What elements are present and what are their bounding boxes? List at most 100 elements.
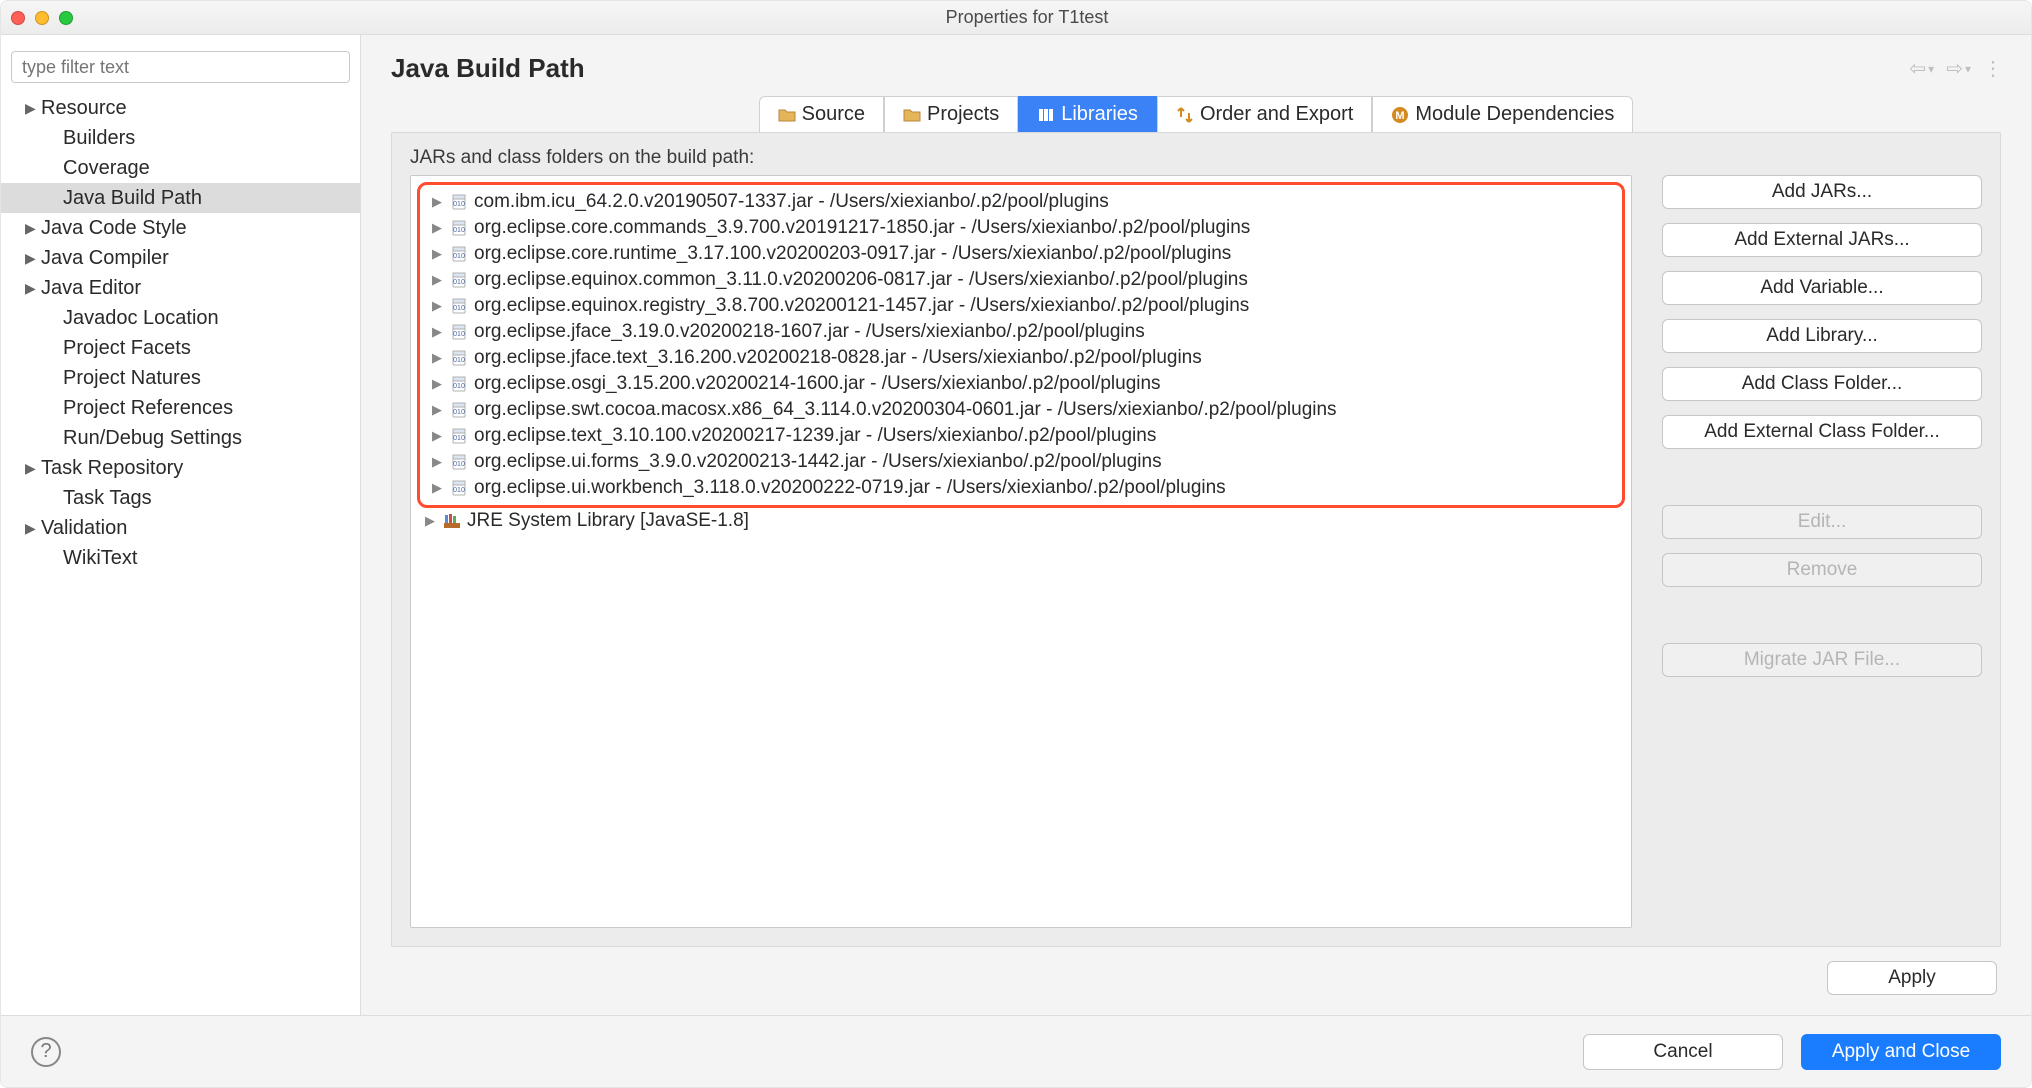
expand-arrow-icon[interactable]: ▶ xyxy=(425,513,437,529)
panel-label: JARs and class folders on the build path… xyxy=(410,147,1982,169)
jar-icon: 010 xyxy=(450,323,468,341)
sidebar-item-label: Java Editor xyxy=(41,273,141,303)
add-external-class-folder-button[interactable]: Add External Class Folder... xyxy=(1662,415,1982,449)
sidebar-item[interactable]: ▶Java Editor xyxy=(1,273,360,303)
jar-icon: 010 xyxy=(450,479,468,497)
sidebar-item-label: Task Tags xyxy=(63,483,152,513)
sidebar-item[interactable]: WikiText xyxy=(1,543,360,573)
properties-window: Properties for T1test ▶ResourceBuildersC… xyxy=(0,0,2032,1088)
sidebar-item-label: Project Natures xyxy=(63,363,201,393)
filter-input[interactable] xyxy=(11,51,350,83)
jar-item-label: org.eclipse.core.commands_3.9.700.v20191… xyxy=(474,217,1250,239)
expand-arrow-icon[interactable]: ▶ xyxy=(432,428,444,444)
expand-arrow-icon[interactable]: ▶ xyxy=(432,298,444,314)
tab-order-and-export[interactable]: Order and Export xyxy=(1157,96,1372,132)
svg-text:010: 010 xyxy=(453,383,465,390)
jar-item[interactable]: ▶010org.eclipse.text_3.10.100.v20200217-… xyxy=(426,423,1616,449)
svg-text:010: 010 xyxy=(453,487,465,494)
jar-item[interactable]: ▶010org.eclipse.equinox.common_3.11.0.v2… xyxy=(426,267,1616,293)
jar-icon: 010 xyxy=(450,297,468,315)
sidebar-item-label: Java Build Path xyxy=(63,183,202,213)
expand-arrow-icon[interactable]: ▶ xyxy=(432,324,444,340)
tab-module-dependencies[interactable]: MModule Dependencies xyxy=(1372,96,1633,132)
order-icon xyxy=(1176,106,1194,124)
expand-arrow-icon[interactable]: ▶ xyxy=(432,194,444,210)
expand-arrow-icon[interactable]: ▶ xyxy=(25,273,39,303)
jar-item[interactable]: ▶010com.ibm.icu_64.2.0.v20190507-1337.ja… xyxy=(426,189,1616,215)
expand-arrow-icon[interactable]: ▶ xyxy=(432,246,444,262)
migrate-jar-button: Migrate JAR File... xyxy=(1662,643,1982,677)
books-icon xyxy=(1037,106,1055,124)
jar-item[interactable]: ▶ 010 org.eclipse.swt.cocoa.macosx.x86_64_… xyxy=(426,397,1616,423)
sidebar-item[interactable]: ▶Task Repository xyxy=(1,453,360,483)
sidebar-item[interactable]: ▶Resource xyxy=(1,93,360,123)
dropdown-icon[interactable]: ▾ xyxy=(1928,62,1934,76)
folder-icon xyxy=(903,106,921,124)
jar-item[interactable]: ▶010org.eclipse.core.runtime_3.17.100.v2… xyxy=(426,241,1616,267)
expand-arrow-icon[interactable]: ▶ xyxy=(432,272,444,288)
sidebar-item[interactable]: Coverage xyxy=(1,153,360,183)
jar-item[interactable]: ▶ 010 org.eclipse.core.commands_3.9.700.v2… xyxy=(426,215,1616,241)
dropdown-icon[interactable]: ▾ xyxy=(1965,62,1971,76)
tab-label: Module Dependencies xyxy=(1415,103,1614,126)
sidebar-item[interactable]: Builders xyxy=(1,123,360,153)
expand-arrow-icon[interactable]: ▶ xyxy=(432,376,444,392)
library-icon xyxy=(443,512,461,530)
sidebar-item[interactable]: ▶Validation xyxy=(1,513,360,543)
expand-arrow-icon[interactable]: ▶ xyxy=(25,93,39,123)
jar-item[interactable]: ▶010org.eclipse.ui.forms_3.9.0.v20200213… xyxy=(426,449,1616,475)
tab-label: Order and Export xyxy=(1200,103,1353,126)
sidebar-item[interactable]: ▶Java Code Style xyxy=(1,213,360,243)
expand-arrow-icon[interactable]: ▶ xyxy=(25,513,39,543)
expand-arrow-icon[interactable]: ▶ xyxy=(25,213,39,243)
apply-button[interactable]: Apply xyxy=(1827,961,1997,995)
jar-icon: 010 xyxy=(450,427,468,445)
jar-item-label: org.eclipse.swt.cocoa.macosx.x86_64_3.11… xyxy=(474,399,1337,421)
cancel-button[interactable]: Cancel xyxy=(1583,1034,1783,1070)
sidebar-item[interactable]: Project Facets xyxy=(1,333,360,363)
sidebar-item[interactable]: ▶Java Compiler xyxy=(1,243,360,273)
jar-item[interactable]: ▶010org.eclipse.equinox.registry_3.8.700… xyxy=(426,293,1616,319)
sidebar-item[interactable]: Project References xyxy=(1,393,360,423)
menu-dots-icon[interactable]: ⋮ xyxy=(1983,56,2001,81)
jar-item[interactable]: ▶010org.eclipse.ui.workbench_3.118.0.v20… xyxy=(426,475,1616,501)
jar-item[interactable]: ▶010org.eclipse.jface_3.19.0.v20200218-1… xyxy=(426,319,1616,345)
jar-item[interactable]: ▶010org.eclipse.osgi_3.15.200.v20200214-… xyxy=(426,371,1616,397)
add-class-folder-button[interactable]: Add Class Folder... xyxy=(1662,367,1982,401)
expand-arrow-icon[interactable]: ▶ xyxy=(432,350,444,366)
expand-arrow-icon[interactable]: ▶ xyxy=(432,402,444,418)
expand-arrow-icon[interactable]: ▶ xyxy=(432,454,444,470)
expand-arrow-icon[interactable]: ▶ xyxy=(25,243,39,273)
add-jars-button[interactable]: Add JARs... xyxy=(1662,175,1982,209)
svg-text:010: 010 xyxy=(453,227,465,234)
nav-back-icon[interactable]: ⇦ xyxy=(1909,56,1926,81)
apply-and-close-button[interactable]: Apply and Close xyxy=(1801,1034,2001,1070)
add-variable-button[interactable]: Add Variable... xyxy=(1662,271,1982,305)
close-window-icon[interactable] xyxy=(11,11,25,25)
sidebar-item-label: Project Facets xyxy=(63,333,191,363)
jre-library-label: JRE System Library [JavaSE-1.8] xyxy=(467,510,749,532)
jar-icon: 010 xyxy=(450,219,468,237)
sidebar-item-label: Project References xyxy=(63,393,233,423)
jre-library-item[interactable]: ▶ JRE System Library [JavaSE-1.8] xyxy=(415,508,1627,534)
sidebar-item[interactable]: Project Natures xyxy=(1,363,360,393)
sidebar-item[interactable]: Run/Debug Settings xyxy=(1,423,360,453)
jar-icon: 010 xyxy=(450,401,468,419)
tab-source[interactable]: Source xyxy=(759,96,884,132)
add-library-button[interactable]: Add Library... xyxy=(1662,319,1982,353)
expand-arrow-icon[interactable]: ▶ xyxy=(25,453,39,483)
sidebar-item[interactable]: Javadoc Location xyxy=(1,303,360,333)
expand-arrow-icon[interactable]: ▶ xyxy=(432,220,444,236)
tab-libraries[interactable]: Libraries xyxy=(1018,96,1157,132)
sidebar-item[interactable]: Java Build Path xyxy=(1,183,360,213)
help-icon[interactable]: ? xyxy=(31,1037,61,1067)
add-external-jars-button[interactable]: Add External JARs... xyxy=(1662,223,1982,257)
sidebar: ▶ResourceBuildersCoverageJava Build Path… xyxy=(1,35,361,1015)
expand-arrow-icon[interactable]: ▶ xyxy=(432,480,444,496)
jar-item[interactable]: ▶010org.eclipse.jface.text_3.16.200.v202… xyxy=(426,345,1616,371)
nav-forward-icon[interactable]: ⇨ xyxy=(1946,56,1963,81)
tab-projects[interactable]: Projects xyxy=(884,96,1018,132)
sidebar-item[interactable]: Task Tags xyxy=(1,483,360,513)
jar-icon: 010 xyxy=(450,193,468,211)
jar-list[interactable]: ▶010com.ibm.icu_64.2.0.v20190507-1337.ja… xyxy=(410,175,1632,928)
